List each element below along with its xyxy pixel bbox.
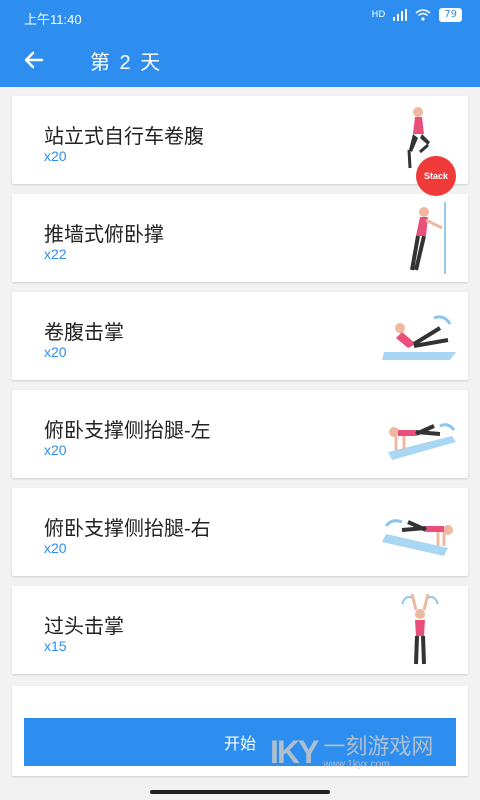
status-bar: 上午11:40 HD 79: [0, 0, 480, 32]
exercise-name: 站立式自行车卷腹: [44, 126, 204, 148]
exercise-name: 卷腹击掌: [44, 322, 124, 344]
exercise-card[interactable]: 俯卧支撑侧抬腿-右 x20: [12, 488, 468, 576]
watermark-logo: IKY: [270, 734, 319, 770]
exercise-name: 过头击掌: [44, 616, 124, 638]
exercise-reps: x20: [44, 442, 67, 458]
exercise-reps: x15: [44, 638, 67, 654]
watermark-text: 一刻游戏网: [323, 733, 434, 759]
battery-icon: 79: [439, 8, 462, 22]
exercise-list: 站立式自行车卷腹 x20 推墙式俯卧撑 x22 卷腹击掌 x20 俯卧支撑侧抬腿…: [12, 96, 468, 684]
wifi-icon: [415, 9, 431, 21]
exercise-illustration: [401, 593, 439, 665]
home-indicator: [150, 790, 330, 794]
exercise-reps: x22: [44, 246, 67, 262]
exercise-name: 俯卧支撑侧抬腿-左: [44, 420, 211, 442]
status-time: 上午11:40: [24, 12, 82, 27]
exercise-illustration: [388, 423, 456, 460]
watermark-text-block: 一刻游戏网 www.1kyx.com: [323, 733, 434, 771]
exercise-name: 俯卧支撑侧抬腿-右: [44, 518, 211, 540]
watermark-url: www.1kyx.com: [323, 759, 390, 771]
exercise-card[interactable]: 俯卧支撑侧抬腿-左 x20: [12, 390, 468, 478]
network-label: HD: [371, 10, 386, 20]
exercise-card[interactable]: 过头击掌 x15: [12, 586, 468, 674]
exercise-card[interactable]: 推墙式俯卧撑 x22: [12, 194, 468, 282]
exercise-illustration: [410, 202, 446, 274]
page-title: 第 2 天: [90, 52, 163, 74]
exercise-reps: x20: [44, 344, 67, 360]
exercise-reps: x20: [44, 540, 67, 556]
watermark: IKY 一刻游戏网 www.1kyx.com: [270, 730, 475, 775]
stack-badge[interactable]: Stack: [416, 156, 456, 196]
exercise-reps: x20: [44, 148, 67, 164]
exercise-illustration: [382, 315, 456, 360]
exercise-card[interactable]: 卷腹击掌 x20: [12, 292, 468, 380]
exercise-illustration: [382, 519, 453, 556]
app-header: 上午11:40 HD 79 第 2 天: [0, 0, 480, 87]
signal-icon: [393, 9, 408, 21]
status-icons: HD 79: [372, 8, 462, 22]
back-arrow-icon[interactable]: [20, 46, 48, 74]
exercise-card[interactable]: 站立式自行车卷腹 x20: [12, 96, 468, 184]
exercise-name: 推墙式俯卧撑: [44, 224, 164, 246]
